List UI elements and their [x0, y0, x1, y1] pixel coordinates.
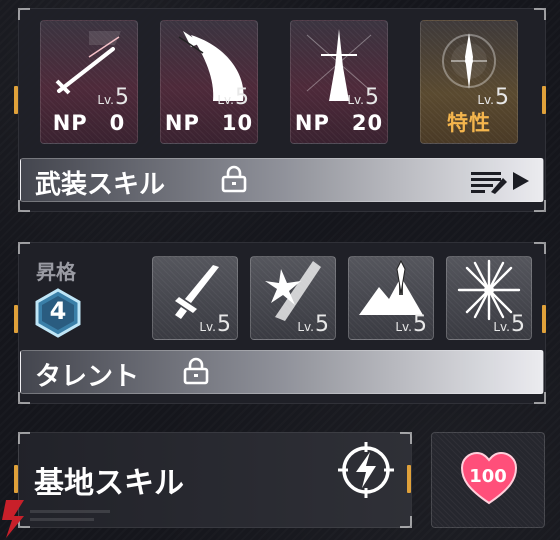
trait-label: 特性	[447, 111, 491, 135]
affection-panel[interactable]: 100	[431, 432, 545, 528]
weapon-skill-card-np0[interactable]: Lv.5 NP 0	[40, 20, 138, 144]
talent-card-3[interactable]: Lv.5	[348, 256, 434, 340]
level-prefix: Lv.	[97, 93, 114, 107]
left-panel-marker	[14, 465, 18, 493]
left-panel-marker	[14, 305, 18, 333]
skill-details-icon[interactable]	[469, 168, 533, 194]
ascension-rank-badge: 4	[34, 288, 82, 338]
talent-card-2[interactable]: Lv.5	[250, 256, 336, 340]
level-prefix: Lv.	[493, 320, 510, 334]
level-value: 5	[413, 312, 427, 337]
talent-bar[interactable]: タレント	[20, 350, 544, 394]
np-cost-label: NP 10	[164, 111, 254, 135]
weapon-skill-card-np10[interactable]: Lv.5 NP 10	[160, 20, 258, 144]
weapon-skill-card-np20[interactable]: Lv.5 NP 20	[290, 20, 388, 144]
right-panel-marker	[407, 465, 411, 493]
weapon-skill-card-trait[interactable]: Lv.5 特性	[420, 20, 518, 144]
weapon-skill-bar[interactable]: 武装スキル	[20, 158, 544, 202]
np-cost-label: NP 0	[52, 111, 126, 135]
right-panel-marker	[542, 305, 546, 333]
left-panel-marker	[14, 86, 18, 114]
talent-card-1[interactable]: Lv.5	[152, 256, 238, 340]
level-prefix: Lv.	[217, 93, 234, 107]
level-prefix: Lv.	[477, 93, 494, 107]
level-prefix: Lv.	[297, 320, 314, 334]
level-value: 5	[511, 312, 525, 337]
talent-card-4[interactable]: Lv.5	[446, 256, 532, 340]
level-value: 5	[217, 312, 231, 337]
lightning-crosshair-icon	[338, 442, 394, 498]
weapon-skill-title: 武装スキル	[35, 170, 166, 200]
lock-icon	[183, 357, 209, 385]
ascension-rank-value: 4	[49, 297, 67, 325]
affection-value: 100	[469, 466, 507, 487]
right-panel-marker	[542, 86, 546, 114]
level-value: 5	[315, 312, 329, 337]
np-cost-label: NP 20	[294, 111, 384, 135]
talent-title: タレント	[35, 362, 140, 392]
lock-icon	[221, 165, 247, 193]
level-prefix: Lv.	[347, 93, 364, 107]
level-prefix: Lv.	[395, 320, 412, 334]
level-prefix: Lv.	[199, 320, 216, 334]
watermark-logo	[2, 500, 110, 538]
ascension-label: 昇格	[36, 260, 76, 284]
